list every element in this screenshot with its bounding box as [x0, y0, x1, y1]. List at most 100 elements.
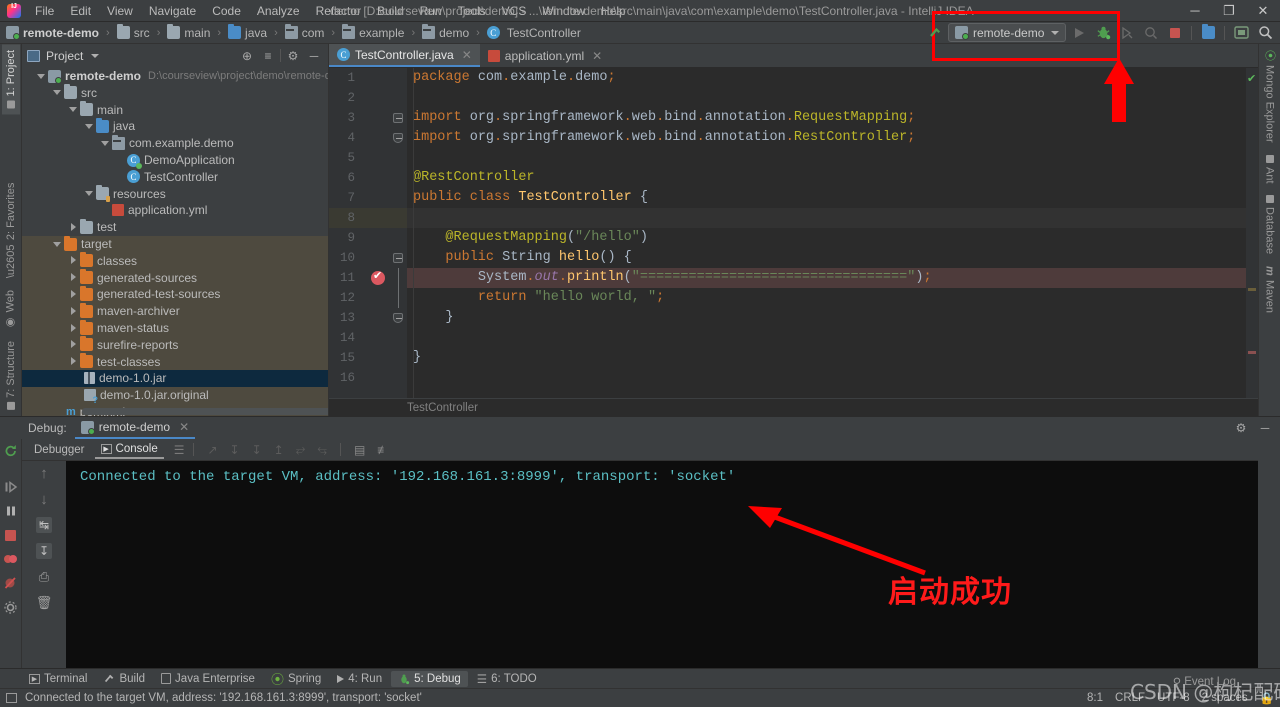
menu-navigate[interactable]: Navigate — [141, 2, 204, 20]
lock-icon[interactable]: 🔒 — [1260, 691, 1274, 705]
tree-node-classes[interactable]: classes — [22, 252, 328, 270]
line-separator[interactable]: CRLF — [1115, 692, 1145, 704]
code-text-area[interactable]: package com.example.demo; import org.spr… — [407, 68, 1246, 398]
debug-button[interactable] — [1092, 23, 1114, 43]
breadcrumb-item-example[interactable]: example — [340, 24, 406, 41]
toolwindow-build[interactable]: Build — [96, 671, 152, 687]
toolwindow-spring[interactable]: ⦿ Spring — [264, 667, 328, 690]
menu-analyze[interactable]: Analyze — [249, 2, 308, 20]
project-tree[interactable]: remote-demo D:\courseview\project\demo\r… — [22, 67, 328, 416]
fold-method-end-icon[interactable] — [393, 313, 403, 323]
sidebar-item-favorites[interactable]: \u2605 2: Favorites — [2, 177, 20, 284]
layout-menu-icon[interactable]: ☰ — [174, 443, 185, 457]
toolwindow-terminal[interactable]: ▶ Terminal — [22, 671, 94, 687]
run-with-coverage-button[interactable] — [1116, 23, 1138, 43]
tree-node-src[interactable]: src — [22, 84, 328, 102]
chevron-right-icon[interactable] — [68, 306, 79, 317]
tree-node-maven-status[interactable]: maven-status — [22, 319, 328, 337]
search-everywhere-button[interactable] — [1254, 23, 1276, 43]
collapse-all-icon[interactable]: ≡ — [259, 47, 277, 65]
tree-node-surefire-reports[interactable]: surefire-reports — [22, 336, 328, 354]
tree-node-target[interactable]: target — [22, 235, 328, 253]
editor-gutter[interactable]: 1 2 3 4 5 6 7 8 9 10 11 12 13 14 15 16 — [329, 68, 407, 398]
tree-node-demo-jar-original[interactable]: demo-1.0.jar.original — [22, 386, 328, 405]
menu-window[interactable]: Window — [534, 2, 593, 20]
toolwindow-run[interactable]: 4: Run — [330, 671, 389, 687]
indent-setting[interactable]: 2 spaces — [1202, 692, 1248, 704]
tree-node-remote-demo[interactable]: remote-demo D:\courseview\project\demo\r… — [22, 68, 328, 85]
chevron-right-icon[interactable] — [68, 222, 79, 233]
tree-node-generated-sources[interactable]: generated-sources — [22, 269, 328, 287]
error-stripe-marker[interactable]: ✔ — [1246, 68, 1258, 398]
profile-button[interactable] — [1140, 23, 1162, 43]
menu-code[interactable]: Code — [204, 2, 249, 20]
close-icon[interactable]: ✕ — [592, 49, 602, 63]
maximize-button[interactable]: ❐ — [1212, 0, 1246, 22]
sidebar-item-database[interactable]: Database — [1261, 189, 1279, 260]
chevron-right-icon[interactable] — [68, 255, 79, 266]
menu-build[interactable]: Build — [369, 2, 412, 20]
step-into-icon[interactable]: ↧ — [252, 443, 262, 457]
scroll-down-icon[interactable]: ↓ — [36, 491, 52, 508]
horizontal-scrollbar[interactable] — [82, 408, 328, 415]
select-opened-file-button[interactable] — [1197, 23, 1219, 43]
menu-bar[interactable]: File Edit View Navigate Code Analyze Ref… — [27, 2, 634, 20]
evaluate-expression-icon[interactable]: ▤ — [354, 443, 365, 457]
tab-testcontroller-java[interactable]: C TestController.java ✕ — [329, 44, 480, 67]
stop-button[interactable] — [1164, 23, 1186, 43]
tree-node-test[interactable]: test — [22, 218, 328, 236]
pause-program-icon[interactable] — [3, 503, 19, 519]
encoding[interactable]: UTF-8 — [1157, 692, 1190, 704]
chevron-right-icon[interactable] — [68, 272, 79, 283]
fold-method-icon[interactable] — [393, 253, 403, 263]
menu-tools[interactable]: Tools — [450, 2, 494, 20]
tree-node-resources[interactable]: resources — [22, 185, 328, 203]
mute-breakpoints-icon[interactable] — [3, 575, 19, 591]
minimize-button[interactable]: ─ — [1178, 0, 1212, 22]
tree-node-package[interactable]: com.example.demo — [22, 134, 328, 152]
console-output[interactable]: Connected to the target VM, address: '19… — [66, 461, 1258, 668]
menu-file[interactable]: File — [27, 2, 62, 20]
sidebar-item-structure[interactable]: 7: Structure — [2, 335, 20, 416]
toolwindow-debug[interactable]: 5: Debug — [391, 670, 468, 687]
breadcrumb-item-src[interactable]: src — [115, 24, 152, 41]
tree-node-testcontroller[interactable]: C TestController — [22, 168, 328, 185]
breadcrumb-item-com[interactable]: com — [283, 24, 327, 41]
sidebar-item-ant[interactable]: Ant — [1261, 149, 1279, 190]
stripe-mark[interactable] — [1248, 288, 1256, 291]
menu-refactor[interactable]: Refactor — [308, 2, 369, 20]
close-icon[interactable]: ✕ — [462, 48, 472, 62]
close-button[interactable]: ✕ — [1246, 0, 1280, 22]
step-over-icon[interactable]: ↧ — [230, 443, 240, 457]
tree-node-java[interactable]: java — [22, 117, 328, 135]
chevron-down-icon[interactable] — [52, 239, 63, 250]
breakpoint-verified-icon[interactable] — [371, 269, 385, 285]
chevron-down-icon[interactable] — [84, 188, 95, 199]
breadcrumb-item-testcontroller[interactable]: C TestController — [485, 25, 583, 41]
tree-node-application-yml[interactable]: application.yml — [22, 202, 328, 219]
toolwindow-todo[interactable]: ☰ 6: TODO — [470, 670, 544, 688]
hide-icon[interactable]: ─ — [305, 47, 323, 65]
chevron-down-icon[interactable] — [68, 104, 79, 115]
menu-run[interactable]: Run — [412, 2, 450, 20]
sidebar-item-maven[interactable]: m Maven — [1261, 260, 1279, 319]
drop-frame-icon[interactable]: ⥂ — [296, 442, 306, 457]
tree-node-test-classes[interactable]: test-classes — [22, 353, 328, 371]
stop-icon[interactable] — [3, 527, 19, 543]
caret-position[interactable]: 8:1 — [1087, 692, 1103, 704]
chevron-down-icon[interactable] — [91, 53, 100, 58]
hide-icon[interactable]: ─ — [1256, 419, 1274, 437]
toolwindow-java-enterprise[interactable]: Java Enterprise — [154, 671, 262, 687]
chevron-right-icon[interactable] — [68, 289, 79, 300]
sidebar-item-web[interactable]: ◉ Web — [1, 284, 20, 335]
build-project-button[interactable] — [924, 23, 946, 43]
view-breakpoints-icon[interactable] — [3, 551, 19, 567]
chevron-down-icon[interactable] — [100, 138, 111, 149]
run-configuration-selector[interactable]: remote-demo — [948, 23, 1066, 42]
tree-node-maven-archiver[interactable]: maven-archiver — [22, 302, 328, 320]
run-button[interactable] — [1068, 23, 1090, 43]
close-icon[interactable]: ✕ — [179, 420, 189, 434]
scroll-to-end-icon[interactable]: ↧ — [36, 543, 52, 559]
sidebar-item-mongo-explorer[interactable]: ⦿ Mongo Explorer — [1259, 44, 1280, 149]
menu-view[interactable]: View — [99, 2, 141, 20]
